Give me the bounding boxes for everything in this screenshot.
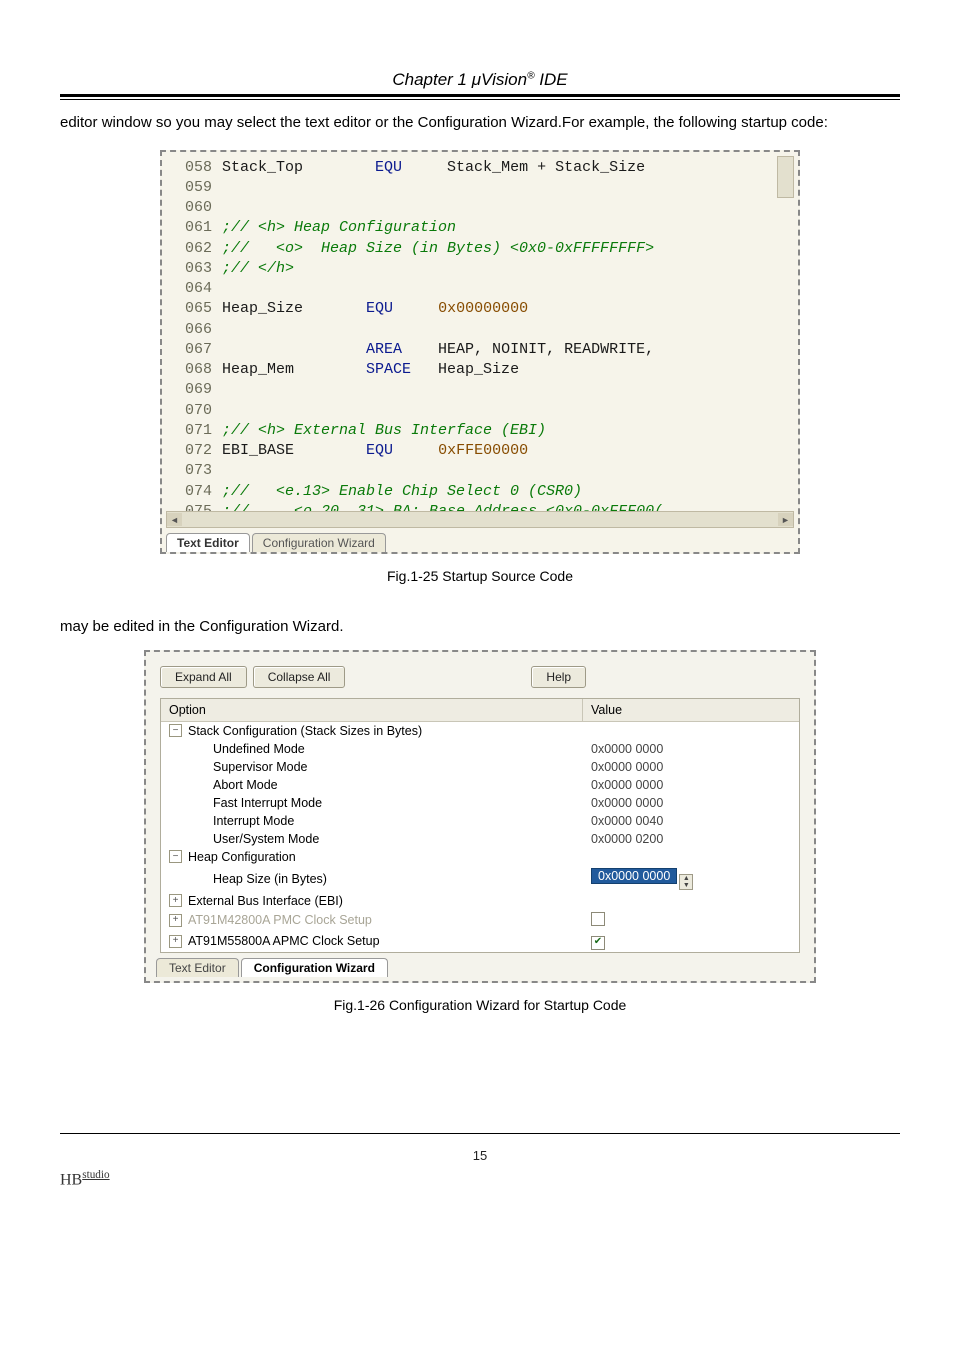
tree-toggle-icon[interactable]: + [169, 894, 182, 907]
option-label: User/System Mode [213, 832, 319, 846]
option-label: AT91M42800A PMC Clock Setup [188, 913, 372, 927]
column-header-value[interactable]: Value [583, 699, 799, 721]
grid-row[interactable]: + AT91M42800A PMC Clock Setup [161, 910, 799, 931]
option-label: Heap Configuration [188, 850, 296, 864]
figure-caption-1: Fig.1-25 Startup Source Code [60, 568, 900, 584]
value-text: 0x0000 0000 [591, 778, 663, 792]
header-rule-thin [60, 99, 900, 100]
value-text: 0x0000 0000 [591, 796, 663, 810]
checkbox[interactable] [591, 912, 605, 926]
value-text: 0x0000 0000 [591, 760, 663, 774]
options-grid: Option Value −Stack Configuration (Stack… [160, 698, 800, 953]
source-code: 058Stack_Top EQU Stack_Mem + Stack_Size0… [168, 158, 792, 523]
checkbox[interactable]: ✔ [591, 936, 605, 950]
spin-control[interactable]: ▲▼ [679, 874, 693, 890]
value-text: 0x0000 0000 [591, 742, 663, 756]
tree-toggle-icon[interactable]: + [169, 935, 182, 948]
grid-row[interactable]: −Stack Configuration (Stack Sizes in Byt… [161, 722, 799, 740]
tab-configuration-wizard[interactable]: Configuration Wizard [252, 533, 386, 552]
option-label: Undefined Mode [213, 742, 305, 756]
grid-row[interactable]: Supervisor Mode 0x0000 0000 [161, 758, 799, 776]
option-label: External Bus Interface (EBI) [188, 894, 343, 908]
collapse-all-button[interactable]: Collapse All [253, 666, 346, 688]
expand-all-button[interactable]: Expand All [160, 666, 247, 688]
footer-brand: HBstudio [60, 1169, 900, 1189]
grid-row[interactable]: Heap Size (in Bytes) 0x0000 0000▲▼ [161, 866, 799, 892]
tree-toggle-icon[interactable]: + [169, 914, 182, 927]
footer-rule [60, 1133, 900, 1134]
grid-row[interactable]: + External Bus Interface (EBI) [161, 892, 799, 910]
grid-row[interactable]: −Heap Configuration [161, 848, 799, 866]
tree-toggle-icon[interactable]: − [169, 850, 182, 863]
option-label: AT91M55800A APMC Clock Setup [188, 934, 380, 948]
option-label: Abort Mode [213, 778, 278, 792]
grid-row[interactable]: Fast Interrupt Mode 0x0000 0000 [161, 794, 799, 812]
scroll-left-icon[interactable]: ◄ [167, 513, 182, 526]
configuration-wizard-screenshot: Expand All Collapse All Help Option Valu… [144, 650, 816, 983]
scroll-right-icon[interactable]: ► [778, 513, 793, 526]
tab-configuration-wizard[interactable]: Configuration Wizard [241, 958, 388, 977]
grid-row[interactable]: Abort Mode 0x0000 0000 [161, 776, 799, 794]
code-editor-screenshot: 058Stack_Top EQU Stack_Mem + Stack_Size0… [160, 150, 800, 555]
intro-text: editor window so you may select the text… [60, 110, 900, 136]
tree-toggle-icon[interactable]: − [169, 724, 182, 737]
header-rule [60, 94, 900, 97]
help-button[interactable]: Help [531, 666, 586, 688]
option-label: Supervisor Mode [213, 760, 308, 774]
grid-row[interactable]: Interrupt Mode 0x0000 0040 [161, 812, 799, 830]
tab-text-editor[interactable]: Text Editor [166, 533, 250, 552]
figure-caption-2: Fig.1-26 Configuration Wizard for Startu… [60, 997, 900, 1013]
option-label: Stack Configuration (Stack Sizes in Byte… [188, 724, 422, 738]
grid-row[interactable]: Undefined Mode 0x0000 0000 [161, 740, 799, 758]
value-input[interactable]: 0x0000 0000 [591, 868, 677, 884]
page-number: 15 [60, 1148, 900, 1163]
column-header-option[interactable]: Option [161, 699, 583, 721]
option-label: Interrupt Mode [213, 814, 294, 828]
tab-text-editor[interactable]: Text Editor [156, 958, 239, 977]
horizontal-scrollbar[interactable]: ◄ ► [166, 511, 794, 528]
option-label: Fast Interrupt Mode [213, 796, 322, 810]
value-text: 0x0000 0040 [591, 814, 663, 828]
grid-row[interactable]: + AT91M55800A APMC Clock Setup ✔ [161, 931, 799, 952]
option-label: Heap Size (in Bytes) [213, 872, 327, 886]
mid-text: may be edited in the Configuration Wizar… [60, 614, 900, 640]
value-text: 0x0000 0200 [591, 832, 663, 846]
page-header: Chapter 1 μVision® IDE [60, 70, 900, 90]
grid-row[interactable]: User/System Mode 0x0000 0200 [161, 830, 799, 848]
vertical-scrollbar[interactable] [777, 156, 794, 198]
